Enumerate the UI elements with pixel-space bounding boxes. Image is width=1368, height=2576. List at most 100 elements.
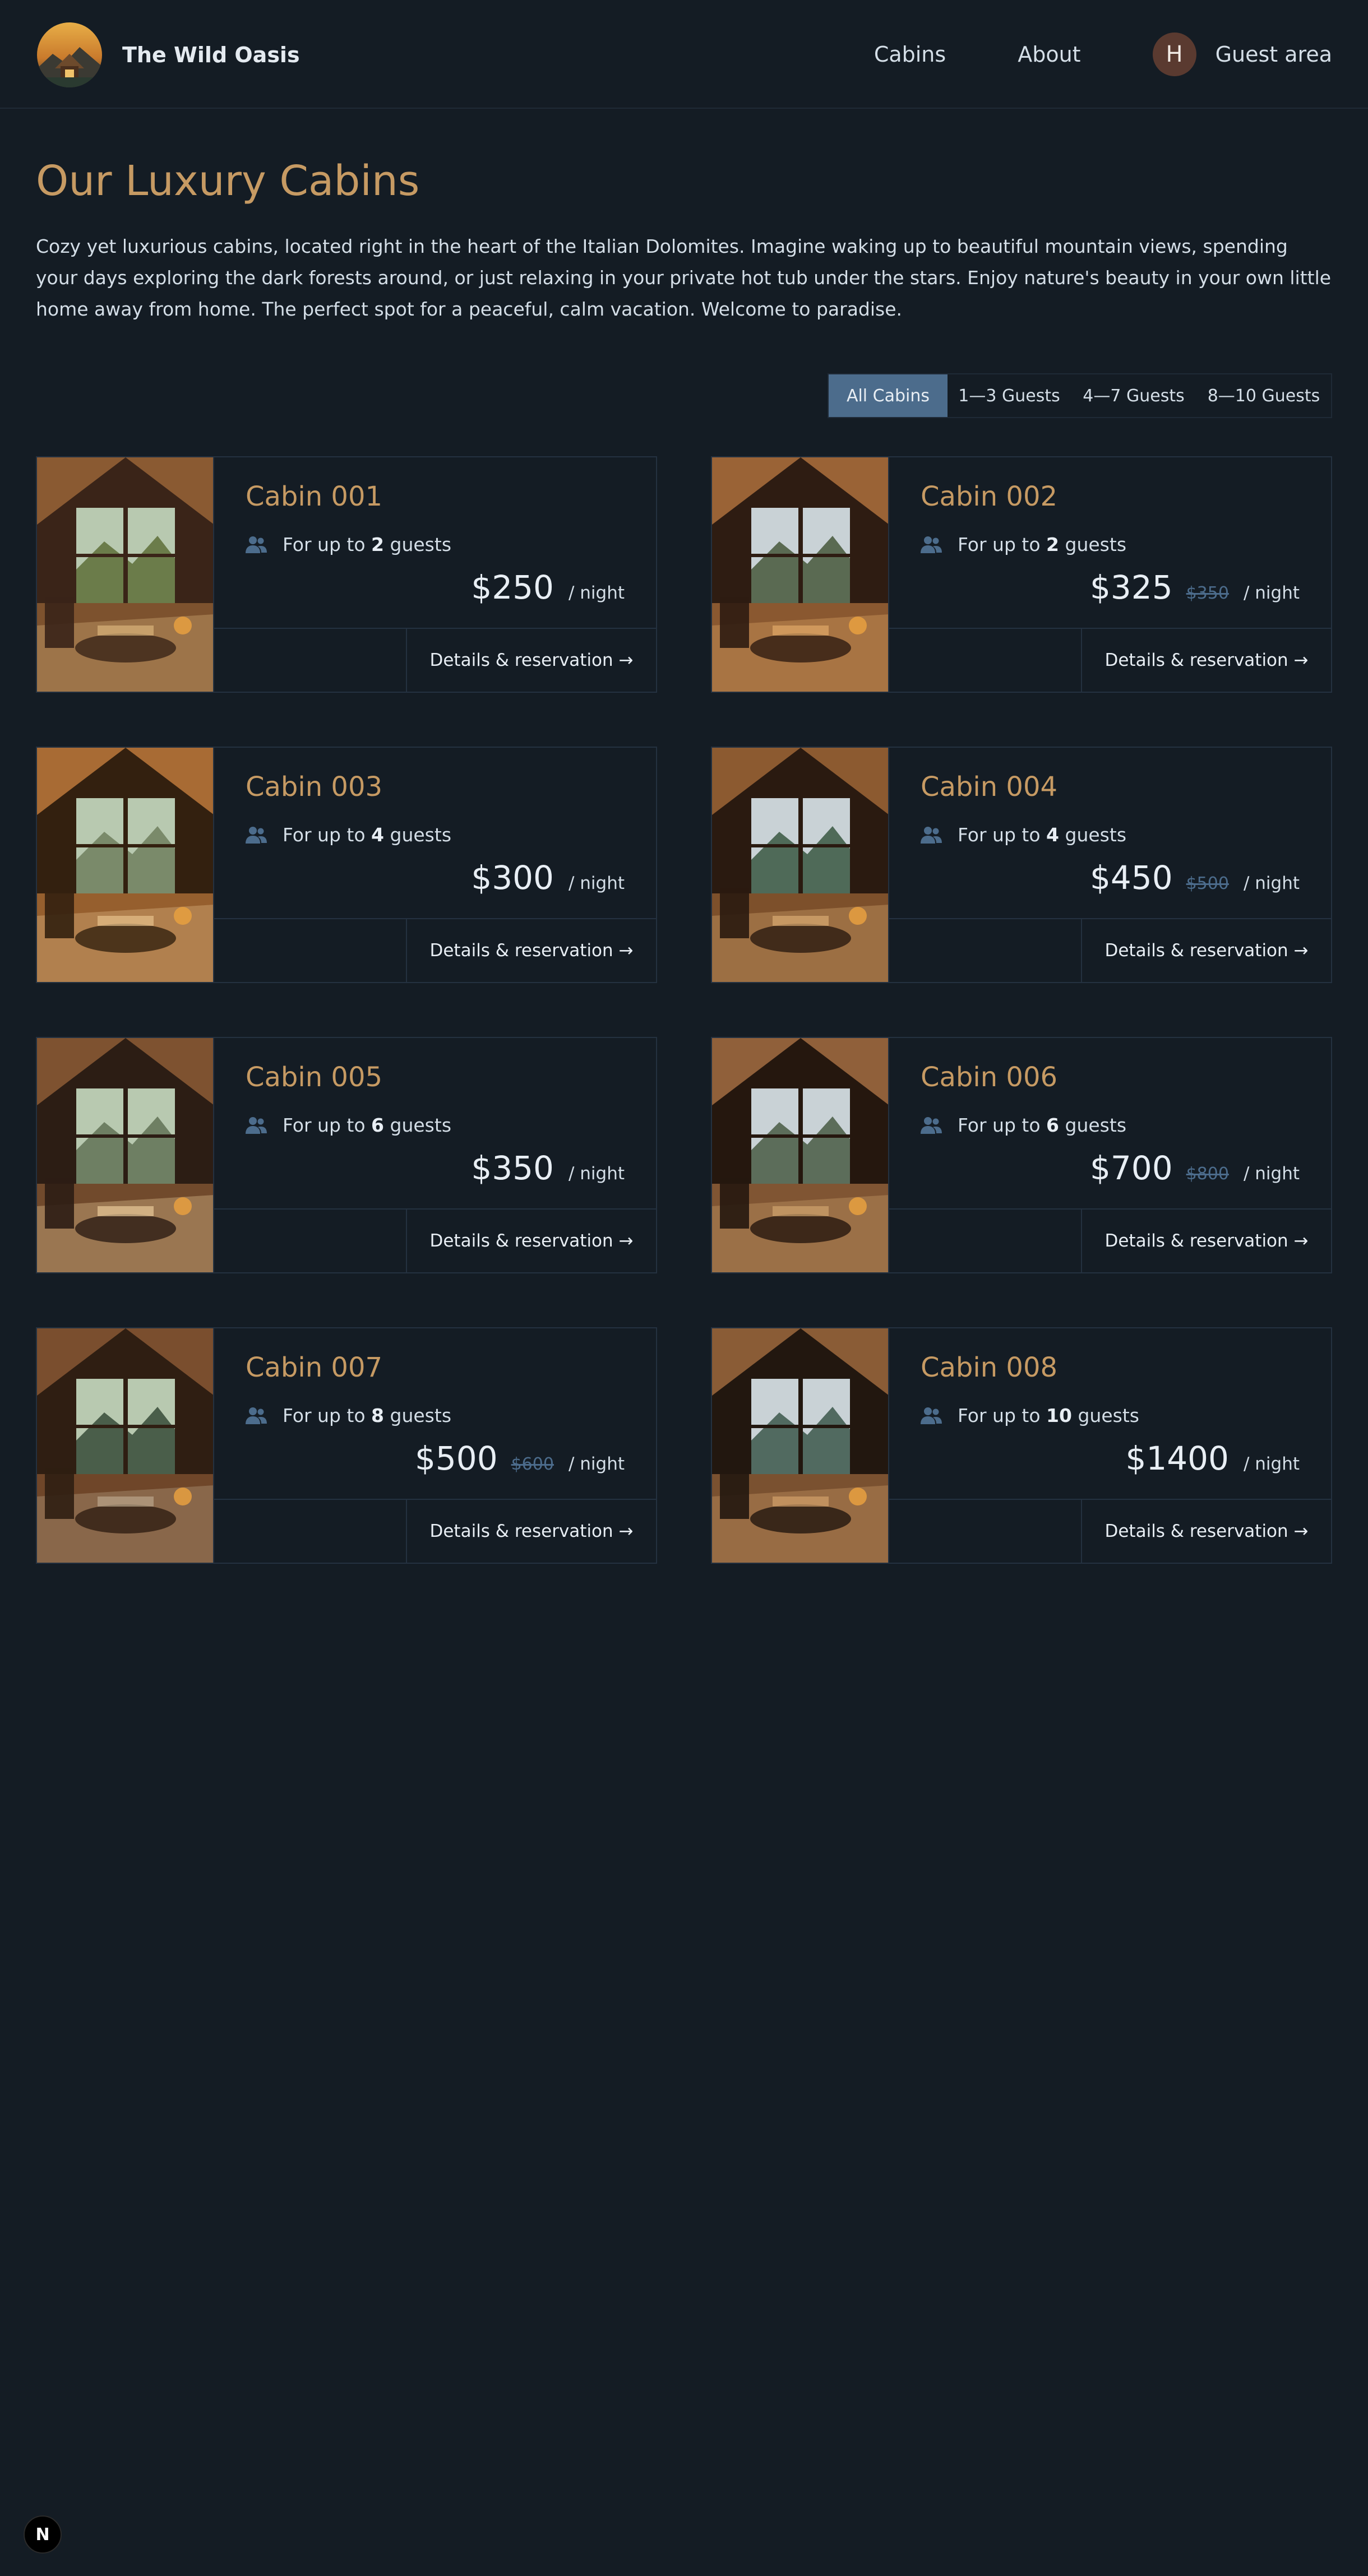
cabin-price-row: $350 / night xyxy=(471,1149,625,1187)
filter-medium-button[interactable]: 4—7 Guests xyxy=(1071,374,1196,417)
cabin-capacity: For up to 6 guests xyxy=(246,1114,451,1136)
details-reservation-link[interactable]: Details & reservation → xyxy=(406,919,656,982)
cabin-price-row: $450 $500 / night xyxy=(1090,859,1300,897)
cabin-card-5: Cabin 005 For up to 6 guests $350 / nigh… xyxy=(36,1037,657,1273)
cabin-original-price: $350 xyxy=(1186,583,1229,603)
site-header: The Wild Oasis Cabins About H Guest area xyxy=(0,0,1368,109)
cabin-name: Cabin 006 xyxy=(921,1062,1058,1093)
cabin-price-row: $325 $350 / night xyxy=(1090,568,1300,606)
cabin-card-4: Cabin 004 For up to 4 guests $450 $500 /… xyxy=(711,747,1332,983)
filter-large-button[interactable]: 8—10 Guests xyxy=(1196,374,1331,417)
cabin-info: Cabin 007 For up to 8 guests $500 $600 /… xyxy=(214,1328,656,1500)
cabin-price: $250 xyxy=(471,568,554,606)
cabin-image xyxy=(712,1038,889,1272)
logo-link[interactable]: The Wild Oasis xyxy=(36,21,300,89)
capacity-number: 6 xyxy=(1046,1114,1060,1136)
per-night-label: / night xyxy=(1243,1164,1300,1184)
cabin-card-body: Cabin 006 For up to 6 guests $700 $800 /… xyxy=(889,1038,1331,1272)
nav-guest-area-link[interactable]: H Guest area xyxy=(1152,33,1332,76)
guest-area-label: Guest area xyxy=(1215,42,1332,67)
cabin-price: $500 xyxy=(414,1439,498,1477)
users-icon xyxy=(246,826,267,844)
capacity-suffix: guests xyxy=(1065,1114,1127,1136)
cabin-original-price: $800 xyxy=(1186,1164,1229,1184)
users-icon xyxy=(921,826,942,844)
capacity-number: 8 xyxy=(371,1405,385,1426)
details-reservation-link[interactable]: Details & reservation → xyxy=(406,1210,656,1272)
cabin-info: Cabin 002 For up to 2 guests $325 $350 /… xyxy=(889,457,1331,629)
cabin-card-8: Cabin 008 For up to 10 guests $1400 / ni… xyxy=(711,1327,1332,1564)
cabin-name: Cabin 002 xyxy=(921,481,1058,512)
cabin-capacity: For up to 6 guests xyxy=(921,1114,1126,1136)
capacity-number: 10 xyxy=(1046,1405,1072,1426)
capacity-number: 2 xyxy=(371,534,385,555)
cabin-image xyxy=(37,1038,214,1272)
cabin-capacity: For up to 10 guests xyxy=(921,1405,1139,1426)
capacity-suffix: guests xyxy=(390,1114,452,1136)
cabin-card-3: Cabin 003 For up to 4 guests $300 / nigh… xyxy=(36,747,657,983)
capacity-suffix: guests xyxy=(390,824,452,846)
details-reservation-link[interactable]: Details & reservation → xyxy=(1081,1210,1331,1272)
cabin-name: Cabin 004 xyxy=(921,771,1058,803)
cabin-price-row: $500 $600 / night xyxy=(415,1439,625,1477)
cabin-card-body: Cabin 001 For up to 2 guests $250 / nigh… xyxy=(214,457,656,692)
logo-text: The Wild Oasis xyxy=(122,43,300,67)
filter-all-button[interactable]: All Cabins xyxy=(829,374,948,417)
details-reservation-link[interactable]: Details & reservation → xyxy=(406,629,656,692)
details-reservation-link[interactable]: Details & reservation → xyxy=(406,1500,656,1563)
cabin-name: Cabin 003 xyxy=(246,771,383,803)
users-icon xyxy=(246,1116,267,1134)
cabin-price: $1400 xyxy=(1125,1439,1229,1477)
nextjs-dev-badge[interactable]: N xyxy=(24,2515,62,2554)
capacity-prefix: For up to xyxy=(283,1114,366,1136)
capacity-prefix: For up to xyxy=(958,1114,1041,1136)
details-reservation-link[interactable]: Details & reservation → xyxy=(1081,629,1331,692)
cabin-actions: Details & reservation → xyxy=(214,919,656,982)
capacity-number: 2 xyxy=(1046,534,1060,555)
cabin-actions: Details & reservation → xyxy=(214,1210,656,1272)
capacity-suffix: guests xyxy=(1078,1405,1139,1426)
cabin-image xyxy=(712,1328,889,1563)
cabin-price: $450 xyxy=(1089,859,1173,897)
cabin-price-row: $1400 / night xyxy=(1125,1439,1300,1477)
users-icon xyxy=(921,536,942,553)
per-night-label: / night xyxy=(568,873,625,893)
details-reservation-link[interactable]: Details & reservation → xyxy=(1081,1500,1331,1563)
details-reservation-link[interactable]: Details & reservation → xyxy=(1081,919,1331,982)
cabin-card-body: Cabin 008 For up to 10 guests $1400 / ni… xyxy=(889,1328,1331,1563)
cabin-actions: Details & reservation → xyxy=(889,1210,1331,1272)
capacity-number: 6 xyxy=(371,1114,385,1136)
cabin-image xyxy=(712,457,889,692)
cabin-image xyxy=(37,1328,214,1563)
capacity-number: 4 xyxy=(1046,824,1060,846)
cabin-actions: Details & reservation → xyxy=(889,919,1331,982)
cabin-info: Cabin 001 For up to 2 guests $250 / nigh… xyxy=(214,457,656,629)
cabin-price: $325 xyxy=(1089,568,1173,606)
cabin-actions: Details & reservation → xyxy=(889,1500,1331,1563)
filter-small-button[interactable]: 1—3 Guests xyxy=(948,374,1071,417)
per-night-label: / night xyxy=(1243,873,1300,893)
per-night-label: / night xyxy=(568,583,625,603)
capacity-suffix: guests xyxy=(1065,824,1127,846)
cabin-capacity: For up to 2 guests xyxy=(921,534,1126,555)
cabin-info: Cabin 004 For up to 4 guests $450 $500 /… xyxy=(889,748,1331,919)
nav-cabins-link[interactable]: Cabins xyxy=(874,42,946,67)
capacity-suffix: guests xyxy=(390,534,452,555)
cabin-actions: Details & reservation → xyxy=(889,629,1331,692)
users-icon xyxy=(921,1116,942,1134)
capacity-filter: All Cabins 1—3 Guests 4—7 Guests 8—10 Gu… xyxy=(828,373,1332,418)
cabin-image xyxy=(37,748,214,982)
users-icon xyxy=(246,1407,267,1424)
cabin-price: $300 xyxy=(471,859,554,897)
cabin-name: Cabin 007 xyxy=(246,1352,383,1383)
cabin-card-1: Cabin 001 For up to 2 guests $250 / nigh… xyxy=(36,456,657,693)
cabin-price-row: $300 / night xyxy=(471,859,625,897)
page-title: Our Luxury Cabins xyxy=(36,157,420,205)
cabin-card-body: Cabin 005 For up to 6 guests $350 / nigh… xyxy=(214,1038,656,1272)
nav-about-link[interactable]: About xyxy=(1018,42,1080,67)
capacity-suffix: guests xyxy=(1065,534,1127,555)
cabin-capacity: For up to 4 guests xyxy=(921,824,1126,846)
cabin-capacity: For up to 2 guests xyxy=(246,534,451,555)
users-icon xyxy=(246,536,267,553)
cabin-info: Cabin 005 For up to 6 guests $350 / nigh… xyxy=(214,1038,656,1210)
